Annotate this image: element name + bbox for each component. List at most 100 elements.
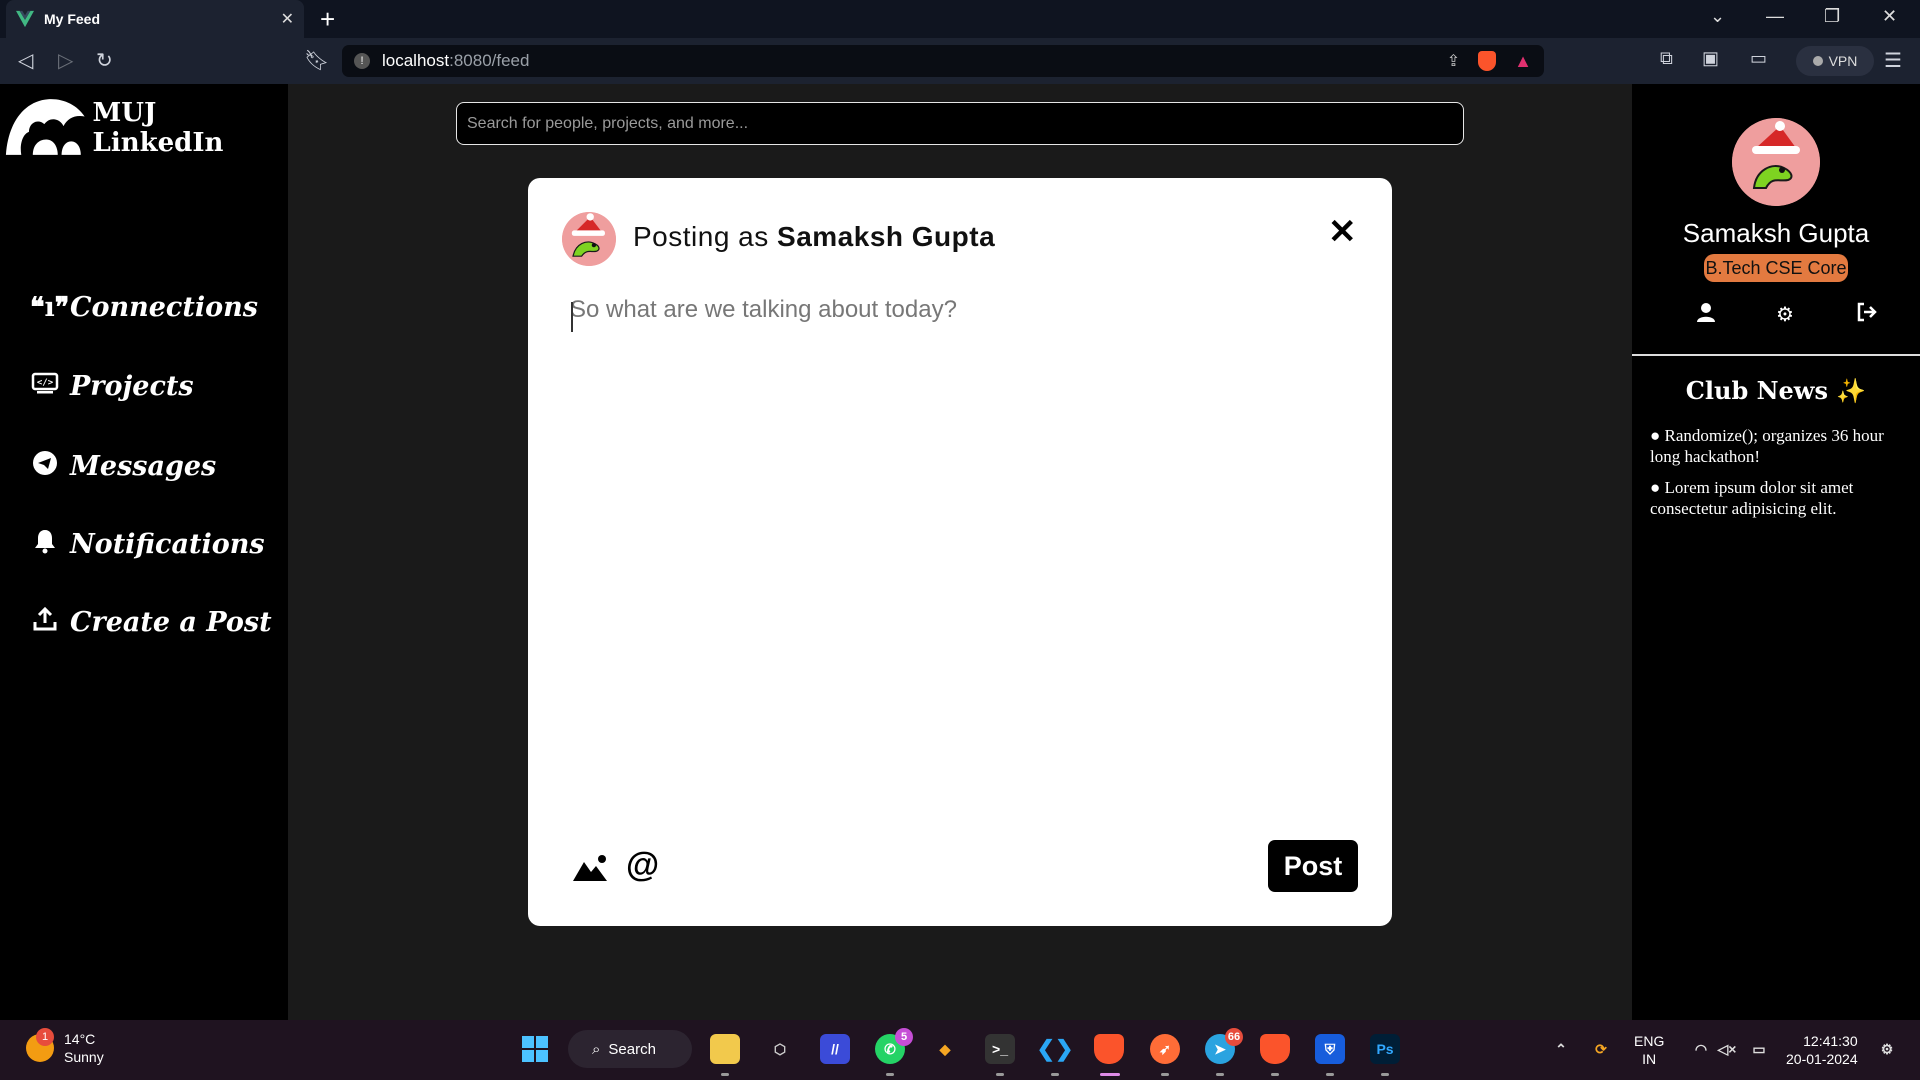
club-news-item: ● Randomize(); organizes 36 hour long ha…: [1650, 426, 1884, 466]
duck-app-icon[interactable]: ◆: [930, 1034, 960, 1064]
whatsapp-icon[interactable]: ✆ 5: [875, 1028, 913, 1064]
language-code: ENG: [1634, 1033, 1665, 1049]
settings-gear-icon[interactable]: ⚙: [1776, 302, 1794, 327]
vpn-status-icon: [1812, 56, 1823, 66]
projects-icon: </>: [30, 371, 60, 402]
bitwarden-icon[interactable]: ⛨: [1315, 1034, 1345, 1064]
sidebar-item-create-post[interactable]: Create a Post: [30, 606, 272, 639]
clock[interactable]: 12:41:30 20-01-2024: [1786, 1032, 1858, 1068]
share-icon[interactable]: ⇪: [1447, 51, 1460, 71]
language-indicator[interactable]: ENG IN: [1634, 1032, 1664, 1068]
posting-as-heading: Posting as Samaksh Gupta: [633, 221, 995, 253]
mention-icon[interactable]: @: [626, 846, 659, 885]
weather-condition: Sunny: [64, 1049, 104, 1065]
brand-name: MUJ LinkedIn: [92, 98, 224, 158]
sidebar-item-notifications[interactable]: Notifications: [30, 528, 265, 561]
back-icon[interactable]: ◁: [18, 48, 33, 73]
brave-nightly-icon[interactable]: [1260, 1034, 1290, 1064]
running-indicator: [1216, 1073, 1224, 1076]
terminal-icon[interactable]: >_: [985, 1034, 1015, 1064]
running-indicator: [1326, 1073, 1334, 1076]
new-tab-button[interactable]: +: [320, 4, 335, 35]
brave-shields-icon[interactable]: [1478, 51, 1497, 71]
upload-icon: [30, 606, 60, 639]
extensions-icon[interactable]: ⧉: [1660, 48, 1673, 69]
reload-icon[interactable]: ↻: [96, 48, 113, 73]
vpn-label: VPN: [1828, 53, 1858, 69]
forward-icon[interactable]: ▷: [58, 48, 73, 73]
posting-as-name: Samaksh Gupta: [777, 221, 996, 252]
active-indicator: [1100, 1073, 1120, 1076]
sidebar-toggle-icon[interactable]: ▣: [1702, 48, 1719, 69]
clock-time: 12:41:30: [1803, 1033, 1858, 1049]
minimize-icon[interactable]: —: [1766, 6, 1784, 27]
post-button[interactable]: Post: [1268, 840, 1358, 892]
browser-tab-strip: My Feed ✕ + ⌄ — ❐ ✕: [0, 0, 1920, 38]
brand[interactable]: MUJ LinkedIn: [4, 94, 288, 162]
brand-logo-icon: [5, 99, 85, 155]
divider: [1632, 354, 1920, 356]
battery-icon[interactable]: ▭: [1744, 1034, 1774, 1064]
site-info-icon[interactable]: !: [354, 53, 370, 69]
brave-browser-icon[interactable]: [1094, 1034, 1124, 1064]
url-path: :8080/feed: [449, 51, 530, 70]
tray-chevron-up-icon[interactable]: ⌃: [1546, 1034, 1576, 1064]
vscode-icon[interactable]: ❮❯: [1037, 1034, 1074, 1064]
sidebar-item-connections[interactable]: ❝ı❞ Connections: [30, 292, 258, 323]
running-indicator: [1161, 1073, 1169, 1076]
logout-icon[interactable]: [1856, 302, 1878, 328]
address-bar[interactable]: ! localhost :8080/feed ⇪ ▲: [342, 45, 1544, 77]
post-composer-input[interactable]: [570, 296, 1360, 796]
telegram-app-icon[interactable]: ➤ 66: [1205, 1028, 1243, 1064]
running-indicator: [1381, 1073, 1389, 1076]
file-explorer-icon[interactable]: [710, 1034, 740, 1064]
browser-toolbar: ◁ ▷ ↻ 🔖︎ ! localhost :8080/feed ⇪ ▲ ⧉ ▣ …: [0, 38, 1920, 84]
windows-start-icon[interactable]: [520, 1034, 550, 1064]
text-caret: [571, 302, 573, 332]
profile-name: Samaksh Gupta: [1682, 218, 1870, 248]
app-blue-icon[interactable]: //: [820, 1034, 850, 1064]
running-indicator: [1271, 1073, 1279, 1076]
profile-icon[interactable]: [1696, 302, 1716, 328]
notification-center-icon[interactable]: ⚙: [1872, 1034, 1902, 1064]
brave-rewards-icon[interactable]: ▲: [1514, 51, 1532, 72]
sidebar-item-label: Create a Post: [70, 607, 272, 638]
browser-tab[interactable]: My Feed ✕: [6, 0, 304, 38]
search-input[interactable]: [456, 102, 1464, 145]
bookmark-icon[interactable]: 🔖︎: [304, 48, 329, 73]
close-window-icon[interactable]: ✕: [1882, 6, 1897, 27]
region-code: IN: [1642, 1051, 1657, 1067]
left-sidebar: MUJ LinkedIn ❝ı❞ Connections </> Project…: [0, 84, 288, 1020]
speaker-muted-icon[interactable]: ◁×: [1712, 1034, 1742, 1064]
feed-page: MUJ LinkedIn ❝ı❞ Connections </> Project…: [0, 84, 1920, 1020]
avatar: [562, 212, 616, 266]
sidebar-item-projects[interactable]: </> Projects: [30, 371, 194, 402]
profile-badge: B.Tech CSE Core: [1704, 254, 1848, 282]
weather-badge: 1: [36, 1028, 54, 1046]
postman-icon[interactable]: ➶: [1150, 1034, 1180, 1064]
weather-widget[interactable]: 1 14°C Sunny: [26, 1028, 104, 1066]
restore-icon[interactable]: ❐: [1824, 6, 1840, 27]
wallet-icon[interactable]: ▭: [1750, 48, 1767, 69]
url-host: localhost: [382, 51, 450, 70]
vpn-button[interactable]: VPN: [1796, 46, 1874, 76]
clock-date: 20-01-2024: [1786, 1051, 1858, 1067]
tab-title: My Feed: [44, 11, 101, 27]
close-tab-icon[interactable]: ✕: [281, 9, 294, 29]
running-indicator: [886, 1073, 894, 1076]
right-sidebar: Samaksh Gupta B.Tech CSE Core ⚙ Club New…: [1632, 84, 1920, 1020]
photoshop-icon[interactable]: Ps: [1370, 1034, 1400, 1064]
running-indicator: [721, 1073, 729, 1076]
unity-icon[interactable]: ⬡: [765, 1034, 795, 1064]
menu-icon[interactable]: ☰: [1884, 48, 1902, 73]
close-icon[interactable]: ✕: [1328, 212, 1357, 252]
add-image-icon[interactable]: [572, 854, 608, 887]
club-news-text: Lorem ipsum dolor sit amet consectetur a…: [1650, 478, 1854, 518]
svg-text:</>: </>: [37, 378, 54, 388]
sidebar-item-label: Notifications: [70, 529, 265, 560]
sidebar-item-messages[interactable]: Messages: [30, 450, 216, 483]
tab-list-chevron-icon[interactable]: ⌄: [1710, 6, 1725, 27]
taskbar-search[interactable]: ⌕ Search: [568, 1030, 692, 1068]
sync-icon[interactable]: ⟳: [1586, 1034, 1616, 1064]
avatar[interactable]: [1732, 118, 1820, 206]
